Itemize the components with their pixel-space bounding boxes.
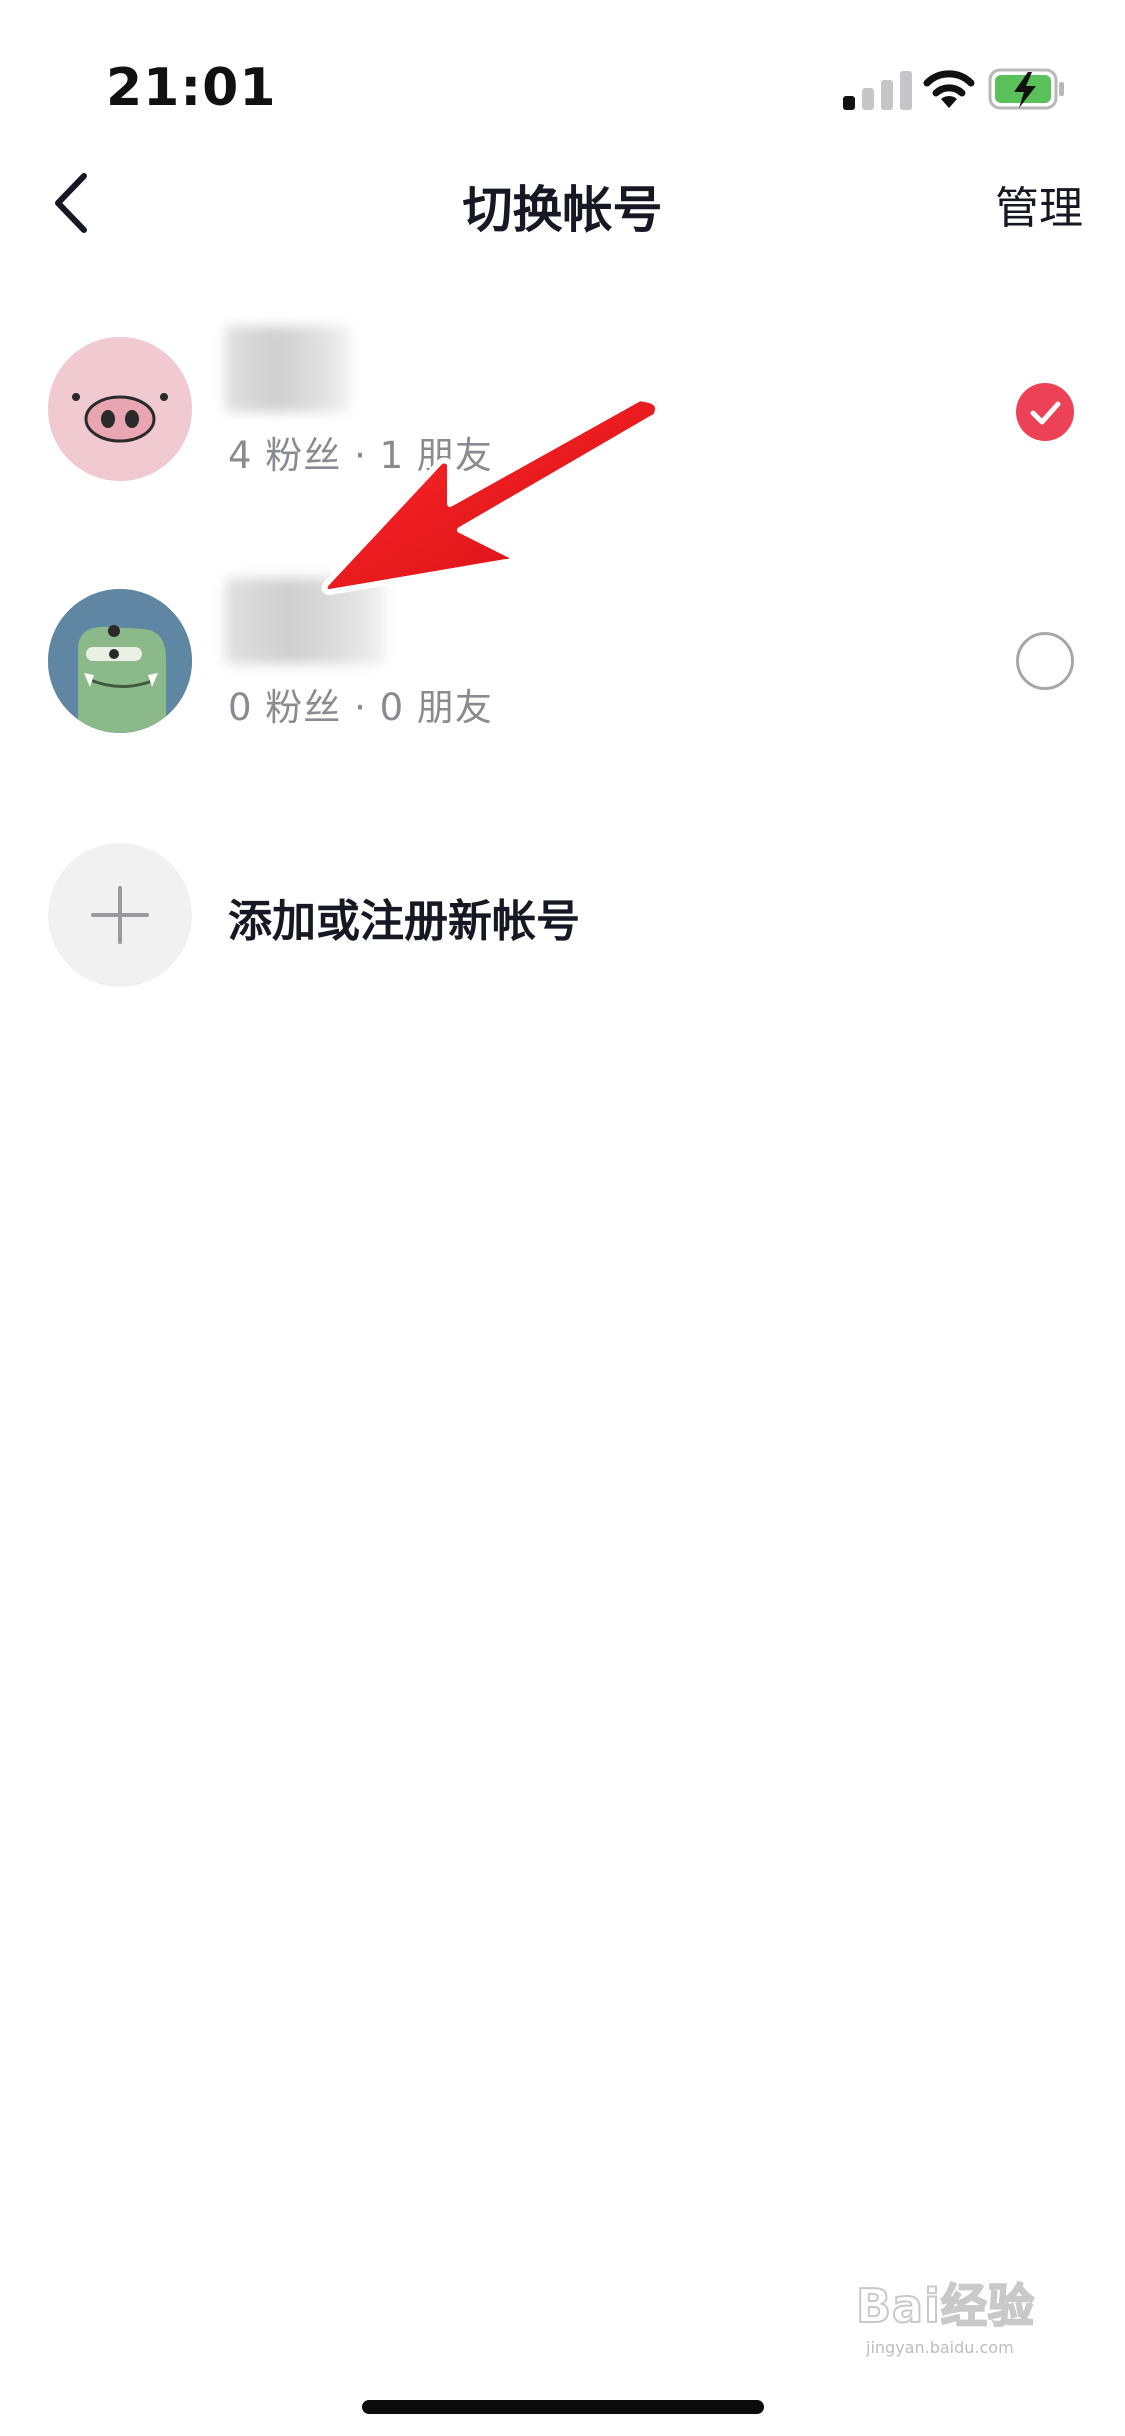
battery-charging-icon [988, 68, 1064, 110]
home-indicator[interactable] [362, 2400, 764, 2414]
red-arrow-annotation [321, 395, 661, 595]
add-account-label[interactable]: 添加或注册新帐号 [228, 885, 580, 949]
watermark-url: jingyan.baidu.com [866, 2338, 1014, 2357]
status-bar: 21:01 [0, 0, 1125, 150]
cellular-signal-icon [843, 70, 915, 110]
watermark-logo: Bai经验 [855, 2278, 1035, 2334]
plus-icon [91, 886, 149, 944]
unselected-radio-icon[interactable] [1016, 632, 1074, 690]
add-account-button[interactable] [48, 843, 192, 987]
manage-button[interactable]: 管理 [995, 172, 1083, 236]
status-time: 21:01 [106, 58, 277, 118]
pig-face-avatar [48, 337, 192, 481]
selected-check-icon[interactable] [1016, 383, 1074, 441]
account-stats: 0 粉丝 · 0 朋友 [228, 686, 493, 729]
baidu-jingyan-watermark: Bai经验 jingyan.baidu.com [855, 2250, 1076, 2360]
nav-bar: 切换帐号 管理 [0, 150, 1125, 250]
green-monster-avatar [48, 589, 192, 733]
page-title: 切换帐号 [462, 181, 663, 239]
wifi-icon [923, 70, 975, 108]
